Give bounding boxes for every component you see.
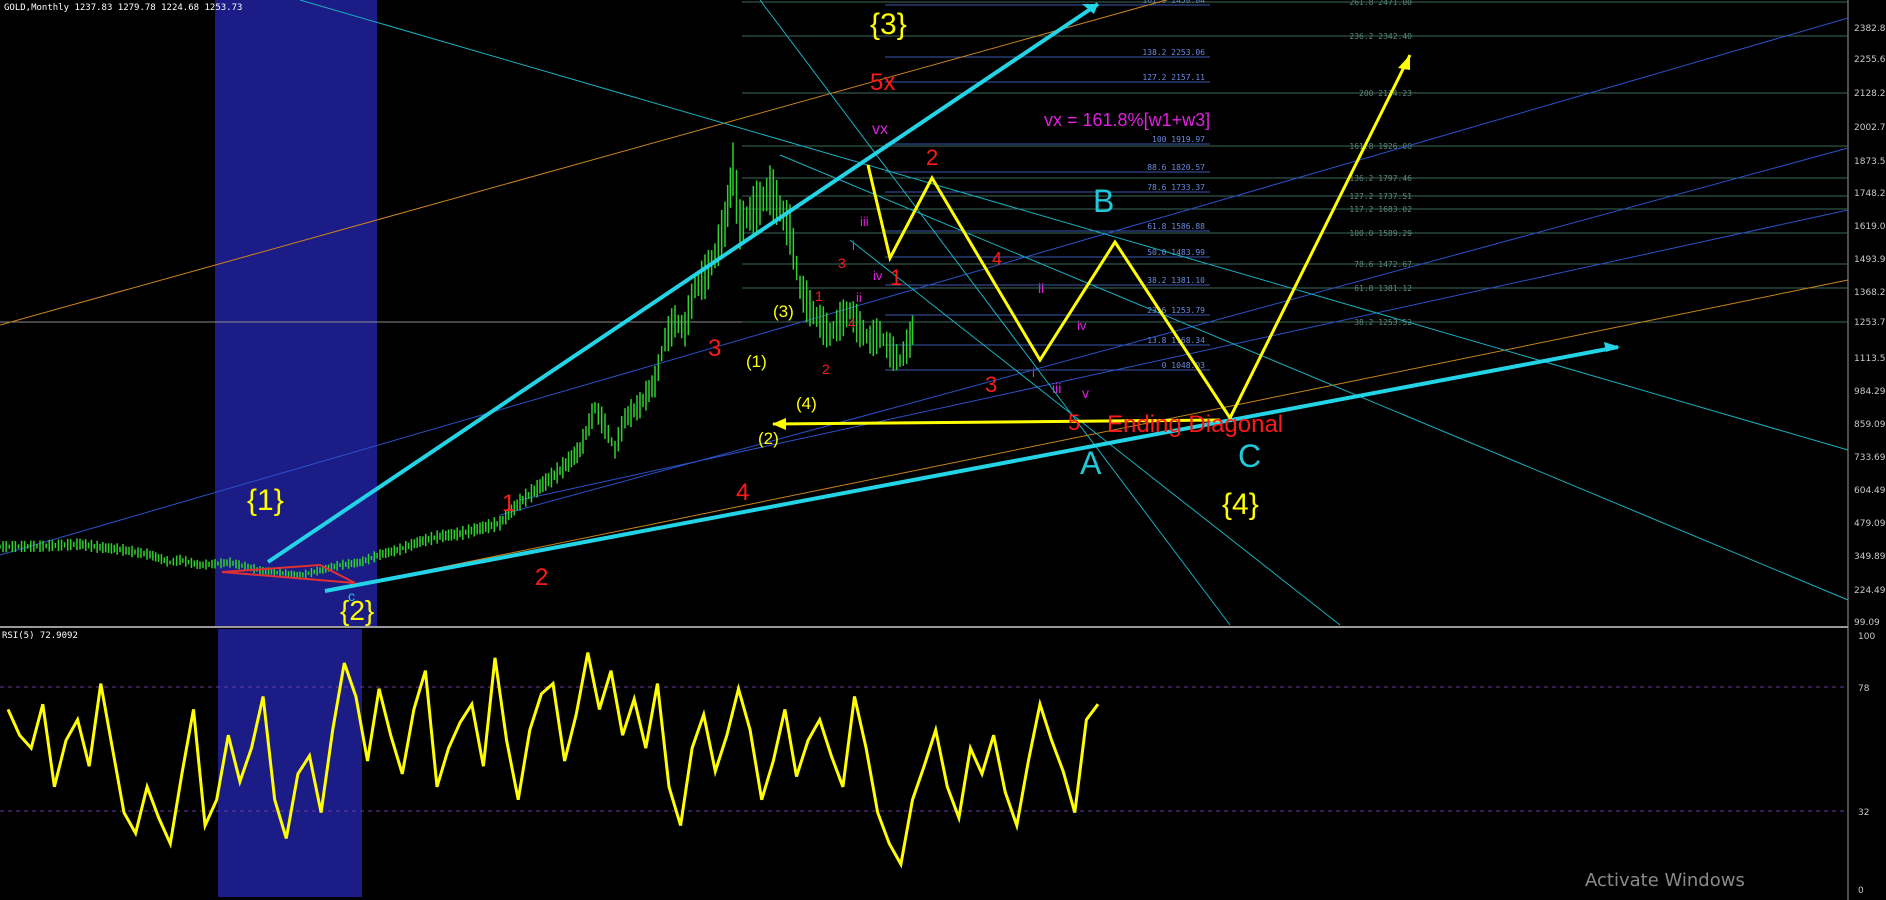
price-axis-label: 1748.25 bbox=[1854, 189, 1886, 199]
price-axis-label: 1368.29 bbox=[1854, 288, 1886, 298]
rsi-header: RSI(5) 72.9092 bbox=[2, 631, 78, 641]
price-axis-label: 1113.59 bbox=[1854, 354, 1886, 364]
label-red-2c: 2 bbox=[822, 361, 830, 377]
price-axis-label: 2382.80 bbox=[1854, 24, 1886, 34]
fib-level-label: 127.2 2157.11 bbox=[1142, 73, 1205, 82]
price-axis-label: 349.89 bbox=[1854, 552, 1886, 562]
price-axis-label: 984.29 bbox=[1854, 387, 1886, 397]
fib-ext-label: 117.2 1683.02 bbox=[1349, 205, 1412, 214]
label-red-3c: 3 bbox=[838, 255, 846, 271]
fib-ext-label: 38.2 1253.52 bbox=[1354, 318, 1412, 327]
fib-ext-label: 200 2114.23 bbox=[1359, 89, 1412, 98]
rsi-axis-label: 100 bbox=[1858, 632, 1875, 642]
fib-level-label: 100 1919.97 bbox=[1152, 135, 1205, 144]
label-c-small: c bbox=[348, 588, 355, 604]
fib-ext-label: 161.8 1926.06 bbox=[1349, 142, 1412, 151]
label-mag-ii: ii bbox=[856, 290, 862, 305]
label-red-3: 3 bbox=[708, 335, 721, 362]
label-wave-1-major: {1} bbox=[247, 484, 284, 517]
label-mag-i-b: i bbox=[1032, 365, 1035, 380]
label-red-4c: 4 bbox=[848, 315, 856, 331]
fib-ext-label: 78.6 1472.67 bbox=[1354, 260, 1412, 269]
label-ending-diagonal: Ending Diagonal bbox=[1107, 411, 1283, 438]
rsi-axis-label: 78 bbox=[1858, 684, 1870, 694]
label-wave-C: C bbox=[1238, 438, 1261, 474]
price-axis-label: 479.09 bbox=[1854, 519, 1886, 529]
label-wave-B: B bbox=[1093, 183, 1114, 219]
label-wave-2-major: {2} bbox=[340, 595, 374, 626]
fib-level-label: 88.6 1820.57 bbox=[1147, 163, 1205, 172]
rsi-axis-label: 0 bbox=[1858, 886, 1864, 896]
fib-level-label: 23.6 1253.79 bbox=[1147, 306, 1205, 315]
label-wave-3-major: {3} bbox=[870, 8, 907, 41]
label-mag-iii: iii bbox=[860, 214, 869, 229]
label-red-1c: 1 bbox=[815, 288, 823, 304]
price-axis-label: 1253.73 bbox=[1854, 318, 1886, 328]
price-axis-label: 1493.99 bbox=[1854, 255, 1886, 265]
label-vx-formula: vx = 161.8%[w1+w3] bbox=[1044, 110, 1210, 130]
windows-activation-watermark: Activate Windows bbox=[1585, 870, 1745, 891]
label-red-5b: 5 bbox=[1068, 410, 1080, 435]
label-red-4b: 4 bbox=[992, 249, 1002, 269]
gold-monthly-chart: 161.8 2458.84138.2 2253.06127.2 2157.111… bbox=[0, 0, 1886, 900]
fib-level-label: 38.2 1381.10 bbox=[1147, 276, 1205, 285]
fib-ext-label: 100.0 1589.29 bbox=[1349, 229, 1412, 238]
symbol-header: GOLD,Monthly 1237.83 1279.78 1224.68 125… bbox=[4, 3, 242, 13]
label-red-3b: 3 bbox=[985, 372, 997, 397]
price-axis-label: 2128.29 bbox=[1854, 89, 1886, 99]
price-axis-label: 1619.09 bbox=[1854, 222, 1886, 232]
fib-ext-label: 136.2 1797.46 bbox=[1349, 174, 1412, 183]
label-red-1b: 1 bbox=[890, 265, 902, 290]
fib-level-label: 50.0 1483.99 bbox=[1147, 248, 1205, 257]
label-mag-iv: iv bbox=[873, 268, 883, 283]
fib-level-label: 138.2 2253.06 bbox=[1142, 48, 1205, 57]
fib-level-label: 78.6 1733.37 bbox=[1147, 183, 1205, 192]
price-axis-label: 224.49 bbox=[1854, 586, 1886, 596]
label-vx: vx bbox=[872, 121, 888, 138]
label-wave-1-minor: (1) bbox=[746, 352, 767, 371]
fib-ext-label: 236.2 2342.40 bbox=[1349, 32, 1412, 41]
price-axis-label: 2002.70 bbox=[1854, 123, 1886, 133]
fib-ext-label: 127.2 1737.51 bbox=[1349, 192, 1412, 201]
label-wave-3-minor: (3) bbox=[773, 302, 794, 321]
label-mag-ii-b: ii bbox=[1038, 280, 1044, 296]
fib-level-label: 61.8 1586.88 bbox=[1147, 222, 1205, 231]
price-axis-label: 99.09 bbox=[1854, 618, 1880, 628]
label-red-4: 4 bbox=[736, 479, 749, 506]
label-wave-4-minor: (4) bbox=[796, 394, 817, 413]
highlight-band-main bbox=[215, 0, 377, 626]
price-axis-label: 859.09 bbox=[1854, 420, 1886, 430]
highlight-band-rsi bbox=[218, 629, 362, 897]
fib-ext-label: 61.8 1381.12 bbox=[1354, 284, 1412, 293]
price-axis-label: 1873.55 bbox=[1854, 157, 1886, 167]
label-wave-2-minor: (2) bbox=[758, 429, 779, 448]
price-axis-label: 733.69 bbox=[1854, 453, 1886, 463]
label-red-2: 2 bbox=[535, 564, 548, 591]
price-axis-label: 604.49 bbox=[1854, 486, 1886, 496]
price-axis-label: 2255.65 bbox=[1854, 55, 1886, 65]
label-red-1: 1 bbox=[502, 490, 515, 517]
rsi-axis-label: 32 bbox=[1858, 808, 1869, 818]
label-red-2b: 2 bbox=[926, 145, 938, 170]
label-mag-v: v bbox=[1082, 385, 1089, 401]
label-mag-iv-b: iv bbox=[1077, 318, 1087, 333]
label-wave-A: A bbox=[1080, 445, 1102, 481]
label-mag-i: i bbox=[852, 238, 855, 253]
fib-ext-label: 261.8 2471.00 bbox=[1349, 0, 1412, 7]
label-wave-4-major: {4} bbox=[1222, 488, 1259, 521]
label-mag-iii-b: iii bbox=[1052, 380, 1061, 396]
label-red-5x: 5x bbox=[870, 69, 895, 96]
